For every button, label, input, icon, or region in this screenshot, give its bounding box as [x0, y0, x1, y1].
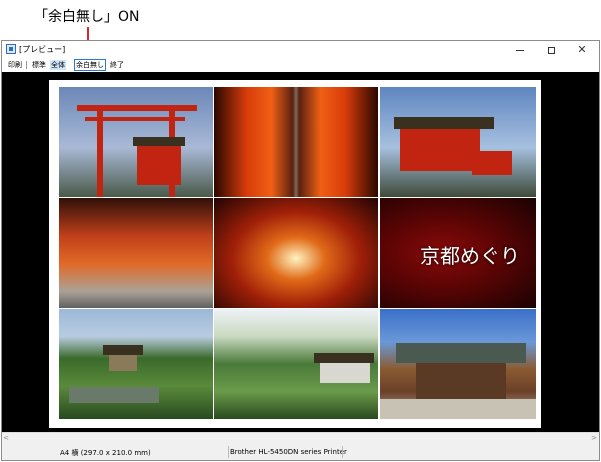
- whole-button[interactable]: 全体: [50, 60, 66, 70]
- paper-page: 京都めぐり: [49, 80, 541, 428]
- status-printer: Brother HL-5450DN series Printer: [230, 448, 347, 456]
- photo-temple-hall: [380, 309, 536, 419]
- scroll-right-icon[interactable]: >: [591, 433, 597, 443]
- photo-torii-stairs: [214, 198, 378, 308]
- status-separator: [228, 446, 229, 458]
- photo-torii-corridor: [59, 198, 213, 308]
- photo-garden-pavilion: [59, 309, 213, 419]
- minimize-icon: [516, 49, 524, 51]
- app-icon: [6, 44, 16, 54]
- photo-garden-villa: [214, 309, 378, 419]
- title-bar[interactable]: [プレビュー] ✕: [2, 41, 599, 58]
- maximize-button[interactable]: [536, 41, 566, 58]
- maximize-icon: [547, 46, 555, 54]
- close-icon: ✕: [577, 43, 587, 56]
- status-separator: [342, 446, 343, 458]
- photo-torii-tunnel-path: [214, 87, 378, 197]
- standard-button[interactable]: 標準: [31, 60, 47, 70]
- horizontal-scrollbar[interactable]: < >: [2, 432, 599, 443]
- scroll-left-icon[interactable]: <: [3, 433, 9, 443]
- title-overlay-text: 京都めぐり: [420, 244, 520, 268]
- close-button[interactable]: ✕: [567, 41, 597, 58]
- photo-torii-gate-shrine: [59, 87, 213, 197]
- window-title: [プレビュー]: [19, 45, 66, 54]
- print-button[interactable]: 印刷: [7, 60, 23, 70]
- status-bar: A4 横 (297.0 x 210.0 mm) Brother HL-5450D…: [2, 443, 599, 460]
- photo-title-card: 京都めぐり: [380, 198, 536, 308]
- toolbar: 印刷 標準 全体 余白無し 終了: [2, 58, 599, 72]
- end-button[interactable]: 終了: [109, 60, 125, 70]
- toolbar-separator: [26, 61, 27, 69]
- annotation-label: 「余白無し」ON: [34, 9, 140, 25]
- minimize-button[interactable]: [505, 41, 535, 58]
- no-margin-button[interactable]: 余白無し: [74, 59, 106, 71]
- preview-canvas: 京都めぐり: [2, 72, 599, 432]
- photo-shrine-buildings: [380, 87, 536, 197]
- status-paper-size: A4 横 (297.0 x 210.0 mm): [60, 449, 151, 457]
- preview-window: [プレビュー] ✕ 印刷 標準 全体 余白無し 終了 京都めぐり < > A4 …: [1, 40, 600, 461]
